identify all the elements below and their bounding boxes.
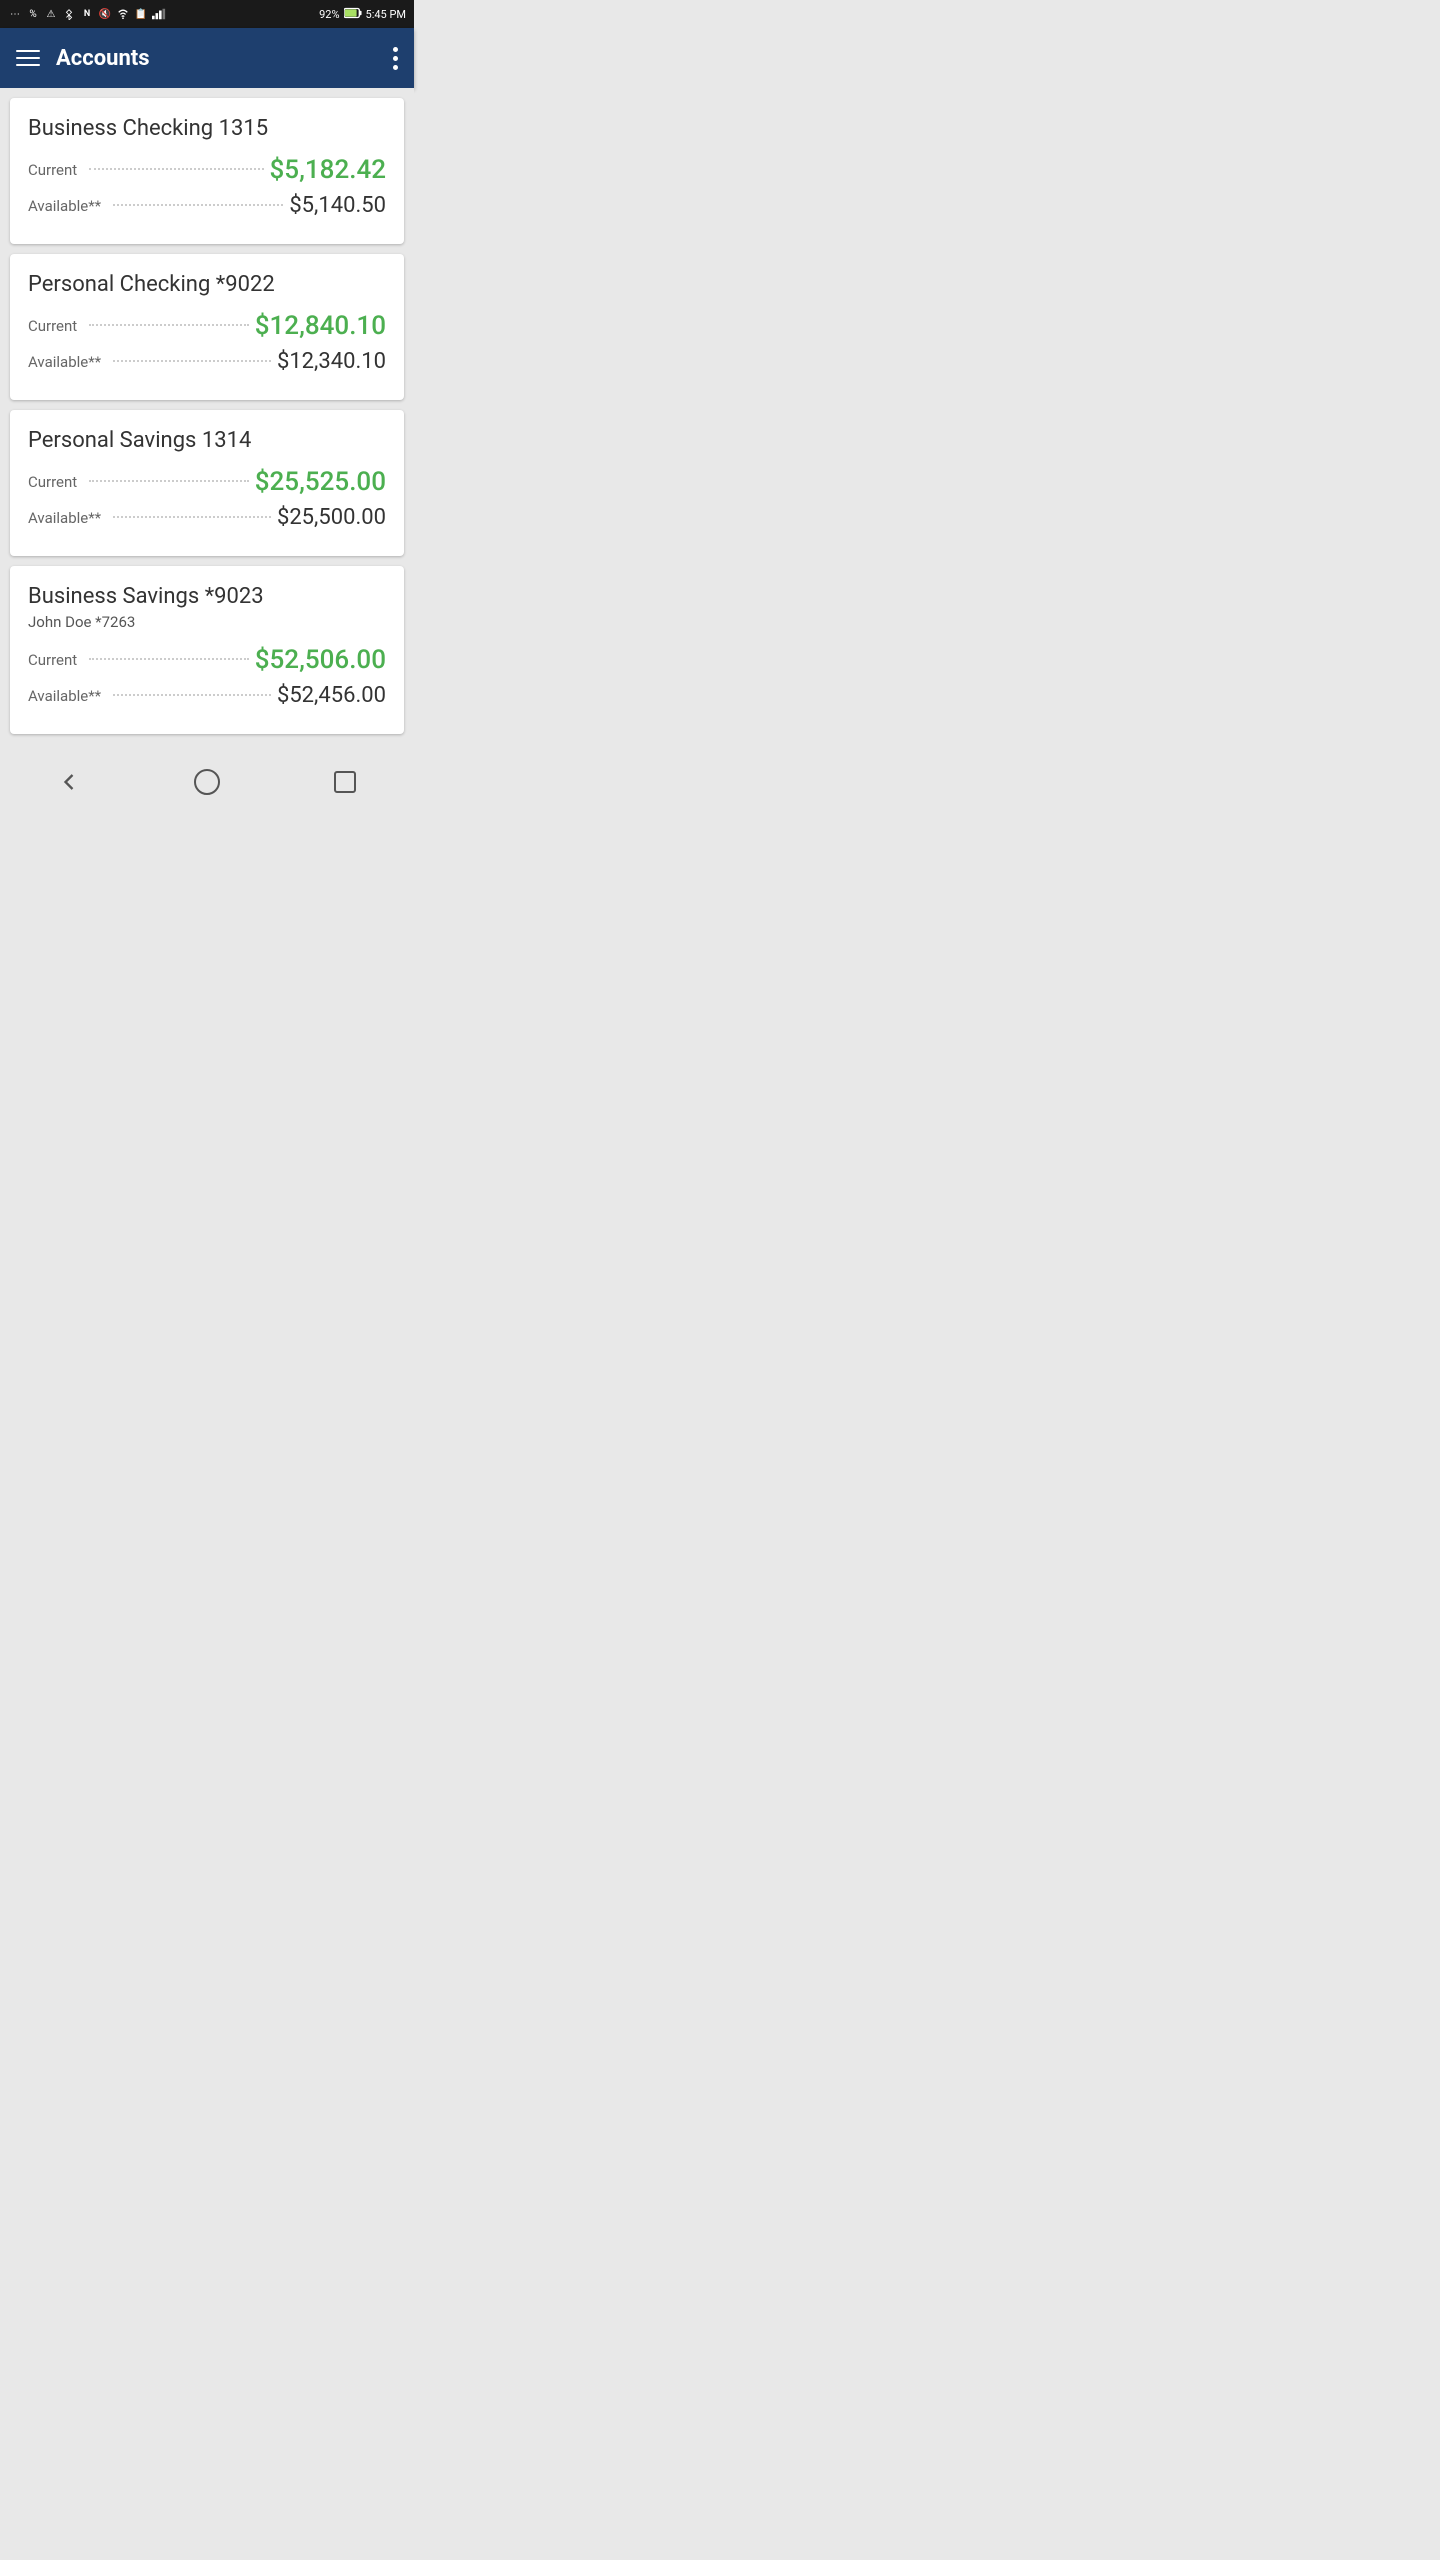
page-title: Accounts	[56, 46, 393, 71]
dotted-line	[113, 516, 271, 518]
available-label-4: Available**	[28, 687, 101, 705]
current-amount-3: $25,525.00	[255, 467, 386, 497]
home-button[interactable]	[177, 752, 237, 812]
available-amount-2: $12,340.10	[277, 349, 386, 374]
available-amount-3: $25,500.00	[277, 505, 386, 530]
dotted-line	[113, 204, 283, 206]
available-balance-row-2: Available** $12,340.10	[28, 349, 386, 374]
current-balance-row-4: Current $52,506.00	[28, 645, 386, 675]
current-label-4: Current	[28, 651, 77, 669]
percent-icon: %	[26, 7, 40, 21]
current-balance-row-1: Current $5,182.42	[28, 155, 386, 185]
available-amount-1: $5,140.50	[289, 193, 386, 218]
account-card-1[interactable]: Business Checking 1315 Current $5,182.42…	[10, 98, 404, 244]
available-amount-4: $52,456.00	[277, 683, 386, 708]
dotted-line	[113, 694, 271, 696]
warning-icon: ⚠	[44, 7, 58, 21]
time: 5:45 PM	[366, 8, 406, 21]
current-label-1: Current	[28, 161, 77, 179]
account-name-2: Personal Checking *9022	[28, 272, 386, 297]
dotted-line	[89, 658, 249, 660]
wifi-icon	[116, 7, 130, 21]
available-label-3: Available**	[28, 509, 101, 527]
accounts-list: Business Checking 1315 Current $5,182.42…	[0, 88, 414, 744]
account-card-4[interactable]: Business Savings *9023 John Doe *7263 Cu…	[10, 566, 404, 734]
account-card-3[interactable]: Personal Savings 1314 Current $25,525.00…	[10, 410, 404, 556]
signal-icon	[152, 7, 166, 21]
app-bar: Accounts	[0, 28, 414, 88]
available-label-1: Available**	[28, 197, 101, 215]
menu-button[interactable]	[16, 50, 40, 66]
app-icons: ⋯	[8, 7, 22, 21]
dotted-line	[113, 360, 271, 362]
bluetooth-icon	[62, 7, 76, 21]
current-balance-row-3: Current $25,525.00	[28, 467, 386, 497]
mute-icon: 🔇	[98, 7, 112, 21]
back-button[interactable]	[39, 752, 99, 812]
current-label-2: Current	[28, 317, 77, 335]
current-amount-2: $12,840.10	[255, 311, 386, 341]
battery-icon	[344, 7, 362, 22]
file-icon: 📋	[134, 7, 148, 21]
status-bar-left: ⋯ % ⚠ N 🔇 📋	[8, 7, 166, 21]
account-name-4: Business Savings *9023	[28, 584, 386, 609]
battery-percentage: 92%	[319, 8, 339, 21]
dotted-line	[89, 324, 249, 326]
current-label-3: Current	[28, 473, 77, 491]
account-name-3: Personal Savings 1314	[28, 428, 386, 453]
dotted-line	[89, 168, 263, 170]
account-card-2[interactable]: Personal Checking *9022 Current $12,840.…	[10, 254, 404, 400]
status-bar-right: 92% 5:45 PM	[319, 7, 406, 22]
nfc-icon: N	[80, 7, 94, 21]
status-bar: ⋯ % ⚠ N 🔇 📋 92%	[0, 0, 414, 28]
dotted-line	[89, 480, 249, 482]
available-balance-row-3: Available** $25,500.00	[28, 505, 386, 530]
current-amount-4: $52,506.00	[255, 645, 386, 675]
current-amount-1: $5,182.42	[270, 155, 386, 185]
available-balance-row-1: Available** $5,140.50	[28, 193, 386, 218]
account-subtitle-4: John Doe *7263	[28, 613, 386, 631]
available-balance-row-4: Available** $52,456.00	[28, 683, 386, 708]
available-label-2: Available**	[28, 353, 101, 371]
recents-button[interactable]	[315, 752, 375, 812]
more-options-button[interactable]	[393, 47, 398, 70]
navigation-bar	[0, 754, 414, 810]
account-name-1: Business Checking 1315	[28, 116, 386, 141]
current-balance-row-2: Current $12,840.10	[28, 311, 386, 341]
